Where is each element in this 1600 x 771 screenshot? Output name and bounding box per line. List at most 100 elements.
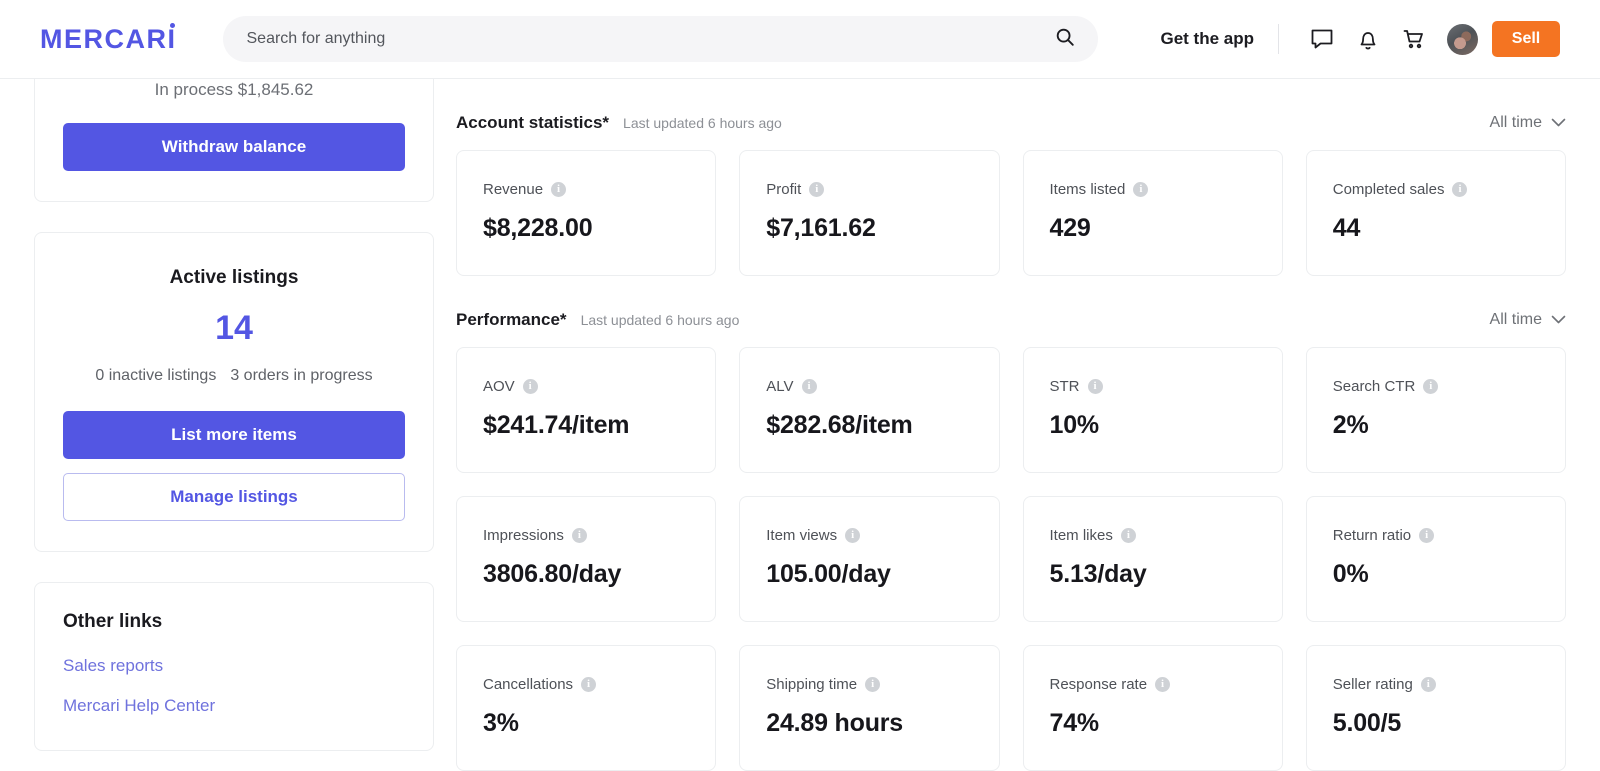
manage-listings-button[interactable]: Manage listings [63,473,405,521]
info-icon[interactable]: i [1420,677,1436,692]
mercari-help-center-link[interactable]: Mercari Help Center [63,696,405,716]
stat-value: 105.00/day [766,560,891,588]
stat-label-row: Cancellations i [483,676,689,693]
stat-value: $241.74/item [483,411,630,439]
stat-value: 44 [1332,214,1361,242]
stat-card: STR i 10% [1022,347,1283,473]
list-more-items-button[interactable]: List more items [63,411,405,459]
stat-card: Seller rating i 5.00/5 [1305,645,1566,771]
stat-label-row: STR i [1050,378,1256,395]
info-icon[interactable]: i [522,379,538,394]
account-statistics-header: Account statistics* Last updated 6 hours… [456,113,1566,133]
cart-icon[interactable] [1391,16,1437,62]
performance-range-select[interactable]: All time [1490,311,1566,329]
orders-in-progress-count: 3 orders in progress [230,367,373,384]
sell-button[interactable]: Sell [1492,21,1560,57]
get-the-app-link[interactable]: Get the app [1160,29,1254,49]
stat-card: Items listed i 429 [1022,150,1283,276]
stat-value: $8,228.00 [483,214,593,242]
stat-label: Response rate [1049,676,1148,693]
info-icon[interactable]: i [1120,528,1136,543]
info-icon[interactable]: i [801,379,817,394]
info-icon[interactable]: i [845,528,861,543]
stat-value: 3806.80/day [483,560,622,588]
avatar[interactable] [1447,23,1478,55]
stat-label: Seller rating [1332,676,1413,693]
stat-value: 0% [1332,560,1369,588]
performance-header: Performance* Last updated 6 hours ago Al… [456,310,1566,330]
active-listings-title: Active listings [169,267,299,288]
performance-updated: Last updated 6 hours ago [580,312,740,328]
stat-label-row: Items listed i [1050,181,1256,198]
performance-range-label: All time [1489,311,1542,328]
stat-value: 24.89 hours [766,709,904,737]
inactive-listings-count: 0 inactive listings [95,367,217,384]
performance-grid-row: Cancellations i 3% Shipping time i 24.89 hour… [456,645,1566,771]
stat-label-row: Search CTR i [1333,378,1539,395]
stat-label: Profit [766,181,802,198]
info-icon[interactable]: i [1452,182,1468,197]
stat-label: STR [1049,378,1080,395]
stat-label: ALV [766,378,794,395]
stat-card: Item views i 105.00/day [739,496,1000,622]
withdraw-balance-button[interactable]: Withdraw balance [63,123,405,171]
stat-value: 429 [1049,214,1091,242]
account-statistics-range-label: All time [1489,114,1542,131]
info-icon[interactable]: i [809,182,825,197]
stat-card: Item likes i 5.13/day [1022,496,1283,622]
stat-card: Return ratio i 0% [1305,496,1566,622]
chat-icon[interactable] [1299,16,1345,62]
stat-card: AOV i $241.74/item [456,347,717,473]
stat-card: Profit i $7,161.62 [739,150,1000,276]
account-statistics-range-select[interactable]: All time [1490,114,1566,132]
stat-value: 5.13/day [1049,560,1147,588]
performance-grid-row: Impressions i 3806.80/day Item views i 105.00… [456,496,1566,622]
stat-label-row: Impressions i [483,527,689,544]
stat-value: 5.00/5 [1332,709,1402,737]
sales-reports-link[interactable]: Sales reports [63,656,405,676]
stat-card: Cancellations i 3% [456,645,717,771]
chevron-down-icon [1551,114,1566,132]
info-icon[interactable]: i [571,528,587,543]
stat-label: Cancellations [483,676,574,693]
bell-icon[interactable] [1345,16,1391,62]
info-icon[interactable]: i [581,677,597,692]
info-icon[interactable]: i [1133,182,1149,197]
stat-label: Item views [766,527,838,544]
account-statistics-updated: Last updated 6 hours ago [623,115,782,131]
performance-grids: AOV i $241.74/item ALV i $282.68/item STR i 10% S… [456,347,1566,771]
active-listings-count: 14 [215,309,253,347]
stat-card: Response rate i 74% [1022,645,1283,771]
stat-label-row: Profit i [766,181,972,198]
mercari-logo[interactable]: MERCARI [40,22,177,55]
search-input[interactable] [246,30,1054,48]
stat-label: Impressions [483,527,564,544]
in-process-amount: In process $1,845.62 [154,80,314,99]
stat-label: Item likes [1049,527,1113,544]
info-icon[interactable]: i [1419,528,1435,543]
sidebar: In process $1,845.62 Withdraw balance Ac… [34,53,434,751]
info-icon[interactable]: i [1155,677,1171,692]
stat-label-row: ALV i [766,378,972,395]
site-header: MERCARI Get the app Sell [0,0,1600,79]
logo-text: MERCARI [40,23,177,54]
search-icon[interactable] [1054,26,1076,53]
active-listings-subtext: 0 inactive listings 3 orders in progress [63,367,405,385]
info-icon[interactable]: i [551,182,567,197]
stat-label: Search CTR [1332,378,1416,395]
stat-label: Items listed [1049,181,1126,198]
stat-label: AOV [483,378,515,395]
stat-card: ALV i $282.68/item [739,347,1000,473]
stat-label-row: Item likes i [1050,527,1256,544]
info-icon[interactable]: i [1087,379,1103,394]
info-icon[interactable]: i [865,677,881,692]
stat-label: Completed sales [1332,181,1445,198]
stat-value: 74% [1049,709,1100,737]
stat-value: 10% [1049,411,1100,439]
search-bar[interactable] [222,16,1098,62]
stat-label: Revenue [483,181,544,198]
info-icon[interactable]: i [1423,379,1439,394]
stat-label-row: Shipping time i [766,676,972,693]
stat-label-row: Response rate i [1050,676,1256,693]
stat-label-row: Seller rating i [1333,676,1539,693]
